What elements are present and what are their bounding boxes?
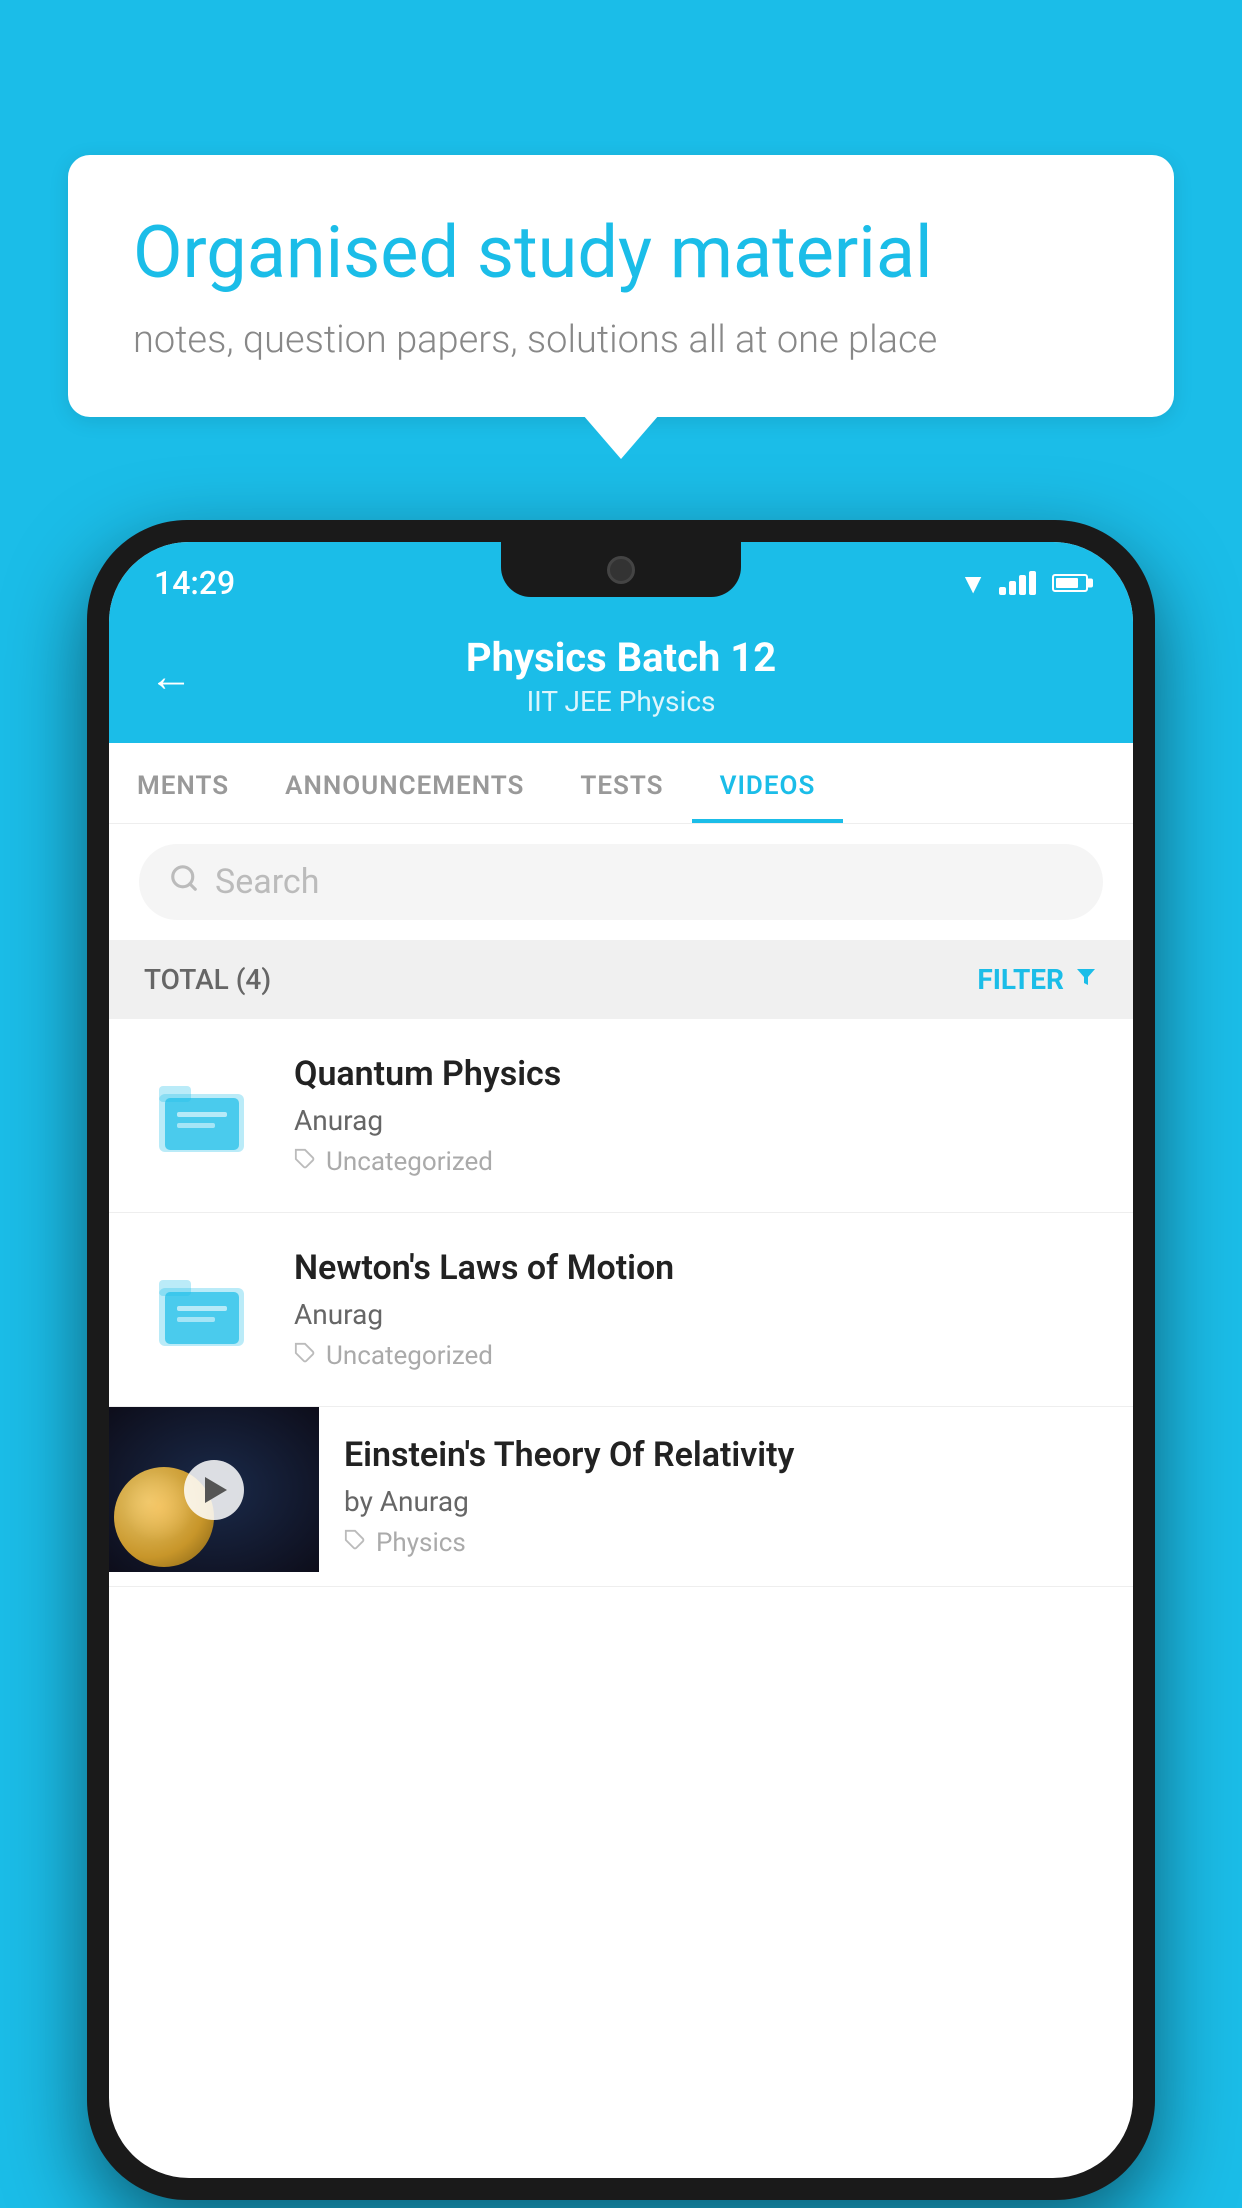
video-category-2: Uncategorized <box>294 1341 1098 1371</box>
signal-icon <box>999 571 1036 595</box>
video-title-3: Einstein's Theory Of Relativity <box>344 1435 1103 1475</box>
planet-glow <box>124 1472 194 1542</box>
video-title-2: Newton's Laws of Motion <box>294 1248 1098 1288</box>
total-count: TOTAL (4) <box>144 963 271 996</box>
video-info-2: Newton's Laws of Motion Anurag Uncategor… <box>294 1248 1098 1371</box>
filter-icon <box>1074 962 1098 997</box>
video-folder-icon-2 <box>144 1260 264 1360</box>
category-label-1: Uncategorized <box>326 1147 493 1177</box>
video-title-1: Quantum Physics <box>294 1054 1098 1094</box>
video-category-3: Physics <box>344 1528 1103 1558</box>
front-camera <box>607 556 635 584</box>
play-button-3[interactable] <box>184 1460 244 1520</box>
search-input-wrapper[interactable]: Search <box>139 844 1103 920</box>
speech-bubble-subtext: notes, question papers, solutions all at… <box>133 318 1109 362</box>
header-subtitle: IIT JEE Physics <box>223 685 1019 718</box>
search-bar: Search <box>109 824 1133 940</box>
filter-button[interactable]: FILTER <box>977 962 1098 997</box>
category-label-2: Uncategorized <box>326 1341 493 1371</box>
status-icons: ▼ <box>959 567 1088 600</box>
back-button[interactable]: ← <box>149 650 193 702</box>
list-item[interactable]: Quantum Physics Anurag Uncategorized <box>109 1019 1133 1213</box>
video-category-1: Uncategorized <box>294 1147 1098 1177</box>
video-thumbnail-3 <box>109 1407 319 1572</box>
tab-ments[interactable]: MENTS <box>109 743 257 823</box>
search-icon <box>169 862 199 902</box>
wifi-icon: ▼ <box>959 567 987 600</box>
tab-tests[interactable]: TESTS <box>552 743 691 823</box>
phone-notch <box>501 542 741 597</box>
video-info-1: Quantum Physics Anurag Uncategorized <box>294 1054 1098 1177</box>
search-placeholder: Search <box>215 862 319 902</box>
category-label-3: Physics <box>376 1528 466 1558</box>
video-list: Quantum Physics Anurag Uncategorized <box>109 1019 1133 1587</box>
list-item[interactable]: Newton's Laws of Motion Anurag Uncategor… <box>109 1213 1133 1407</box>
filter-bar: TOTAL (4) FILTER <box>109 940 1133 1019</box>
status-time: 14:29 <box>154 564 235 602</box>
tag-icon-1 <box>294 1147 316 1177</box>
filter-label: FILTER <box>977 963 1064 996</box>
phone-frame: 14:29 ▼ <box>87 520 1155 2200</box>
speech-bubble: Organised study material notes, question… <box>68 155 1174 417</box>
speech-bubble-wrapper: Organised study material notes, question… <box>68 155 1174 417</box>
video-author-1: Anurag <box>294 1104 1098 1137</box>
phone-wrapper: 14:29 ▼ <box>87 520 1155 2200</box>
video-info-3: Einstein's Theory Of Relativity by Anura… <box>319 1407 1133 1586</box>
speech-bubble-heading: Organised study material <box>133 210 1109 296</box>
battery-icon <box>1052 574 1088 592</box>
list-item[interactable]: Einstein's Theory Of Relativity by Anura… <box>109 1407 1133 1587</box>
video-folder-icon-1 <box>144 1066 264 1166</box>
header-title: Physics Batch 12 <box>223 634 1019 681</box>
tab-videos[interactable]: VIDEOS <box>692 743 844 823</box>
tag-icon-3 <box>344 1528 366 1558</box>
video-author-2: Anurag <box>294 1298 1098 1331</box>
tab-bar: MENTS ANNOUNCEMENTS TESTS VIDEOS <box>109 743 1133 824</box>
tab-announcements[interactable]: ANNOUNCEMENTS <box>257 743 552 823</box>
video-author-3: by Anurag <box>344 1485 1103 1518</box>
app-header: ← Physics Batch 12 IIT JEE Physics <box>109 614 1133 743</box>
header-title-group: Physics Batch 12 IIT JEE Physics <box>223 634 1019 718</box>
tag-icon-2 <box>294 1341 316 1371</box>
phone-screen: 14:29 ▼ <box>109 542 1133 2178</box>
